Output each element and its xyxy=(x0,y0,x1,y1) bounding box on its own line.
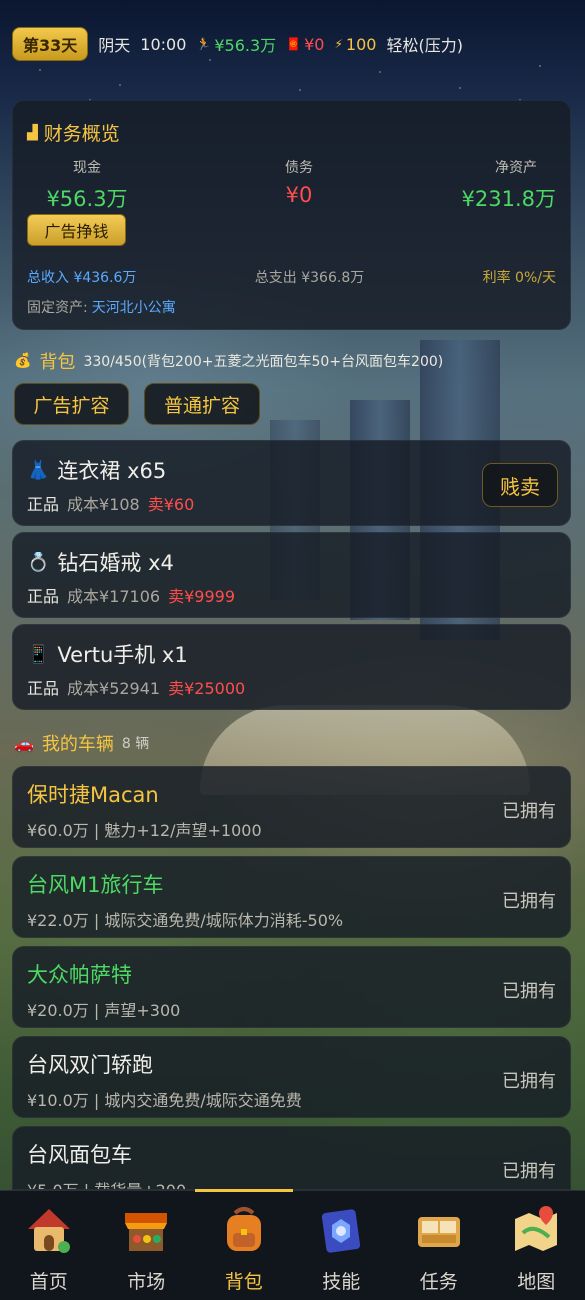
backpack-icon xyxy=(217,1203,271,1257)
interest-rate: 利率 0%/天 xyxy=(482,270,556,286)
running-man-icon: 🏃 xyxy=(196,37,212,51)
item-cost: 成本¥52941 xyxy=(67,679,161,698)
map-icon xyxy=(509,1203,563,1257)
vehicle-owned-status: 已拥有 xyxy=(502,1071,556,1092)
cash-column: 现金 ¥56.3万 xyxy=(37,157,137,213)
item-quality: 正品 xyxy=(27,679,60,698)
backpack-title: 背包 xyxy=(39,352,76,373)
vehicle-name: 大众帕萨特 xyxy=(27,963,132,987)
backpack-capacity: 330/450(背包200+五菱之光面包车50+台风面包车200) xyxy=(83,354,444,370)
vehicle-desc: ¥60.0万 | 魅力+12/声望+1000 xyxy=(27,821,262,840)
vehicle-owned-status: 已拥有 xyxy=(502,801,556,822)
vehicle-desc: ¥5.0万 | 载货量+200 xyxy=(27,1177,186,1189)
vehicle-desc: ¥20.0万 | 声望+300 xyxy=(27,1001,181,1020)
vehicle-name: 台风M1旅行车 xyxy=(27,873,164,897)
cash-value: ¥56.3万 xyxy=(46,187,128,211)
nav-skills[interactable]: 技能 xyxy=(293,1191,391,1300)
home-icon xyxy=(22,1203,76,1257)
fixed-assets-label: 固定资产: xyxy=(27,300,88,316)
vehicle-name: 台风双门轿跑 xyxy=(27,1053,153,1077)
vehicle-desc: ¥10.0万 | 城内交通免费/城际交通免费 xyxy=(27,1091,302,1110)
item-cost: 成本¥17106 xyxy=(67,587,161,606)
item-sell-price: 卖¥60 xyxy=(147,495,195,514)
ad-earn-money-button[interactable]: 广告挣钱 xyxy=(27,214,126,246)
normal-expand-button[interactable]: 普通扩容 xyxy=(144,383,260,425)
nav-map[interactable]: 地图 xyxy=(488,1191,585,1300)
nav-label: 首页 xyxy=(29,1271,68,1293)
item-cost: 成本¥108 xyxy=(67,495,140,514)
lightning-icon: ⚡ xyxy=(334,37,343,51)
nav-label: 地图 xyxy=(517,1271,556,1293)
nav-label: 技能 xyxy=(322,1271,361,1293)
vehicles-header: 🚗 我的车辆 8 辆 xyxy=(14,730,149,756)
ad-expand-button[interactable]: 广告扩容 xyxy=(14,383,129,425)
item-name: 钻石婚戒 x4 xyxy=(57,551,174,575)
item-sell-price: 卖¥25000 xyxy=(168,679,246,698)
vehicle-name: 台风面包车 xyxy=(27,1143,132,1167)
bar-chart-icon: ▟ xyxy=(27,124,38,141)
fixed-assets-link[interactable]: 天河北小公寓 xyxy=(92,297,176,317)
backpack-item[interactable]: 👗 连衣裙 x65 正品 成本¥108 卖¥60 贱卖 xyxy=(12,440,571,526)
weather-text: 阴天 xyxy=(98,36,131,55)
income-expense-row: 总收入 ¥436.6万 总支出 ¥366.8万 利率 0%/天 xyxy=(27,267,556,287)
nav-label: 市场 xyxy=(127,1271,166,1293)
nav-label: 背包 xyxy=(224,1271,263,1293)
nav-home[interactable]: 首页 xyxy=(0,1191,98,1300)
dress-icon: 👗 xyxy=(27,459,50,481)
total-income: 总收入 ¥436.6万 xyxy=(27,270,137,286)
item-quality: 正品 xyxy=(27,495,60,514)
vehicle-item[interactable]: 台风面包车 ¥5.0万 | 载货量+200 已拥有 xyxy=(12,1126,571,1190)
debt-label: 债务 xyxy=(285,160,313,176)
item-sell-price: 卖¥9999 xyxy=(168,587,236,606)
vehicles-count: 8 辆 xyxy=(121,736,150,752)
vehicles-title: 我的车辆 xyxy=(41,734,114,755)
day-badge: 第33天 xyxy=(12,27,89,61)
vehicle-name: 保时捷Macan xyxy=(27,783,159,807)
vehicle-owned-status: 已拥有 xyxy=(502,891,556,912)
debt-value: ¥0 xyxy=(285,183,313,207)
finance-title: ▟ 财务概览 xyxy=(27,123,120,145)
nav-market[interactable]: 市场 xyxy=(98,1191,196,1300)
ring-icon: 💍 xyxy=(27,551,50,573)
vehicle-owned-status: 已拥有 xyxy=(502,981,556,1002)
nav-backpack[interactable]: 背包 xyxy=(195,1189,293,1300)
vehicle-owned-status: 已拥有 xyxy=(502,1161,556,1182)
vehicle-item[interactable]: 台风M1旅行车 ¥22.0万 | 城际交通免费/城际体力消耗-50% 已拥有 xyxy=(12,856,571,938)
mood-text: 轻松(压力) xyxy=(386,36,463,55)
nav-label: 任务 xyxy=(419,1271,458,1293)
skills-icon xyxy=(314,1203,368,1257)
status-bar: 第33天 阴天 10:00 🏃 ¥56.3万 🧧 ¥0 ⚡ 100 轻松(压力) xyxy=(12,27,463,61)
dump-sell-button[interactable]: 贱卖 xyxy=(482,463,558,507)
item-quality: 正品 xyxy=(27,587,60,606)
debt-note-icon: 🧧 xyxy=(286,37,302,51)
energy-stat: ⚡ 100 xyxy=(334,34,377,54)
car-icon: 🚗 xyxy=(14,733,34,753)
vehicle-desc: ¥22.0万 | 城际交通免费/城际体力消耗-50% xyxy=(27,911,344,930)
finance-overview-card: ▟ 财务概览 现金 ¥56.3万 债务 ¥0 净资产 ¥231.8万 广告挣钱 … xyxy=(12,100,571,330)
debt-column: 债务 ¥0 xyxy=(249,157,349,207)
market-icon xyxy=(119,1203,173,1257)
net-assets-column: 净资产 ¥231.8万 xyxy=(456,157,556,213)
tasks-icon xyxy=(412,1203,466,1257)
phone-icon: 📱 xyxy=(27,643,50,665)
backpack-item[interactable]: 📱 Vertu手机 x1 正品 成本¥52941 卖¥25000 xyxy=(12,624,571,710)
time-text: 10:00 xyxy=(140,34,187,54)
fixed-assets-row: 固定资产: 天河北小公寓 xyxy=(27,297,556,317)
money-bag-icon: 💰 xyxy=(14,353,32,369)
debt-stat: 🧧 ¥0 xyxy=(286,34,325,54)
backpack-item[interactable]: 💍 钻石婚戒 x4 正品 成本¥17106 卖¥9999 xyxy=(12,532,571,618)
backpack-header: 💰 背包 330/450(背包200+五菱之光面包车50+台风面包车200) xyxy=(14,348,443,374)
total-expense: 总支出 ¥366.8万 xyxy=(254,270,365,286)
bottom-nav: 首页 市场 背包 技能 任务 地图 xyxy=(0,1189,585,1300)
nav-tasks[interactable]: 任务 xyxy=(390,1191,488,1300)
net-assets-label: 净资产 xyxy=(495,160,537,176)
cash-label: 现金 xyxy=(73,160,101,176)
vehicle-item[interactable]: 台风双门轿跑 ¥10.0万 | 城内交通免费/城际交通免费 已拥有 xyxy=(12,1036,571,1118)
vehicle-item[interactable]: 大众帕萨特 ¥20.0万 | 声望+300 已拥有 xyxy=(12,946,571,1028)
net-assets-value: ¥231.8万 xyxy=(461,187,556,211)
vehicle-item[interactable]: 保时捷Macan ¥60.0万 | 魅力+12/声望+1000 已拥有 xyxy=(12,766,571,848)
item-name: 连衣裙 x65 xyxy=(57,459,167,483)
cash-stat: 🏃 ¥56.3万 xyxy=(196,36,277,55)
item-name: Vertu手机 x1 xyxy=(57,643,188,667)
